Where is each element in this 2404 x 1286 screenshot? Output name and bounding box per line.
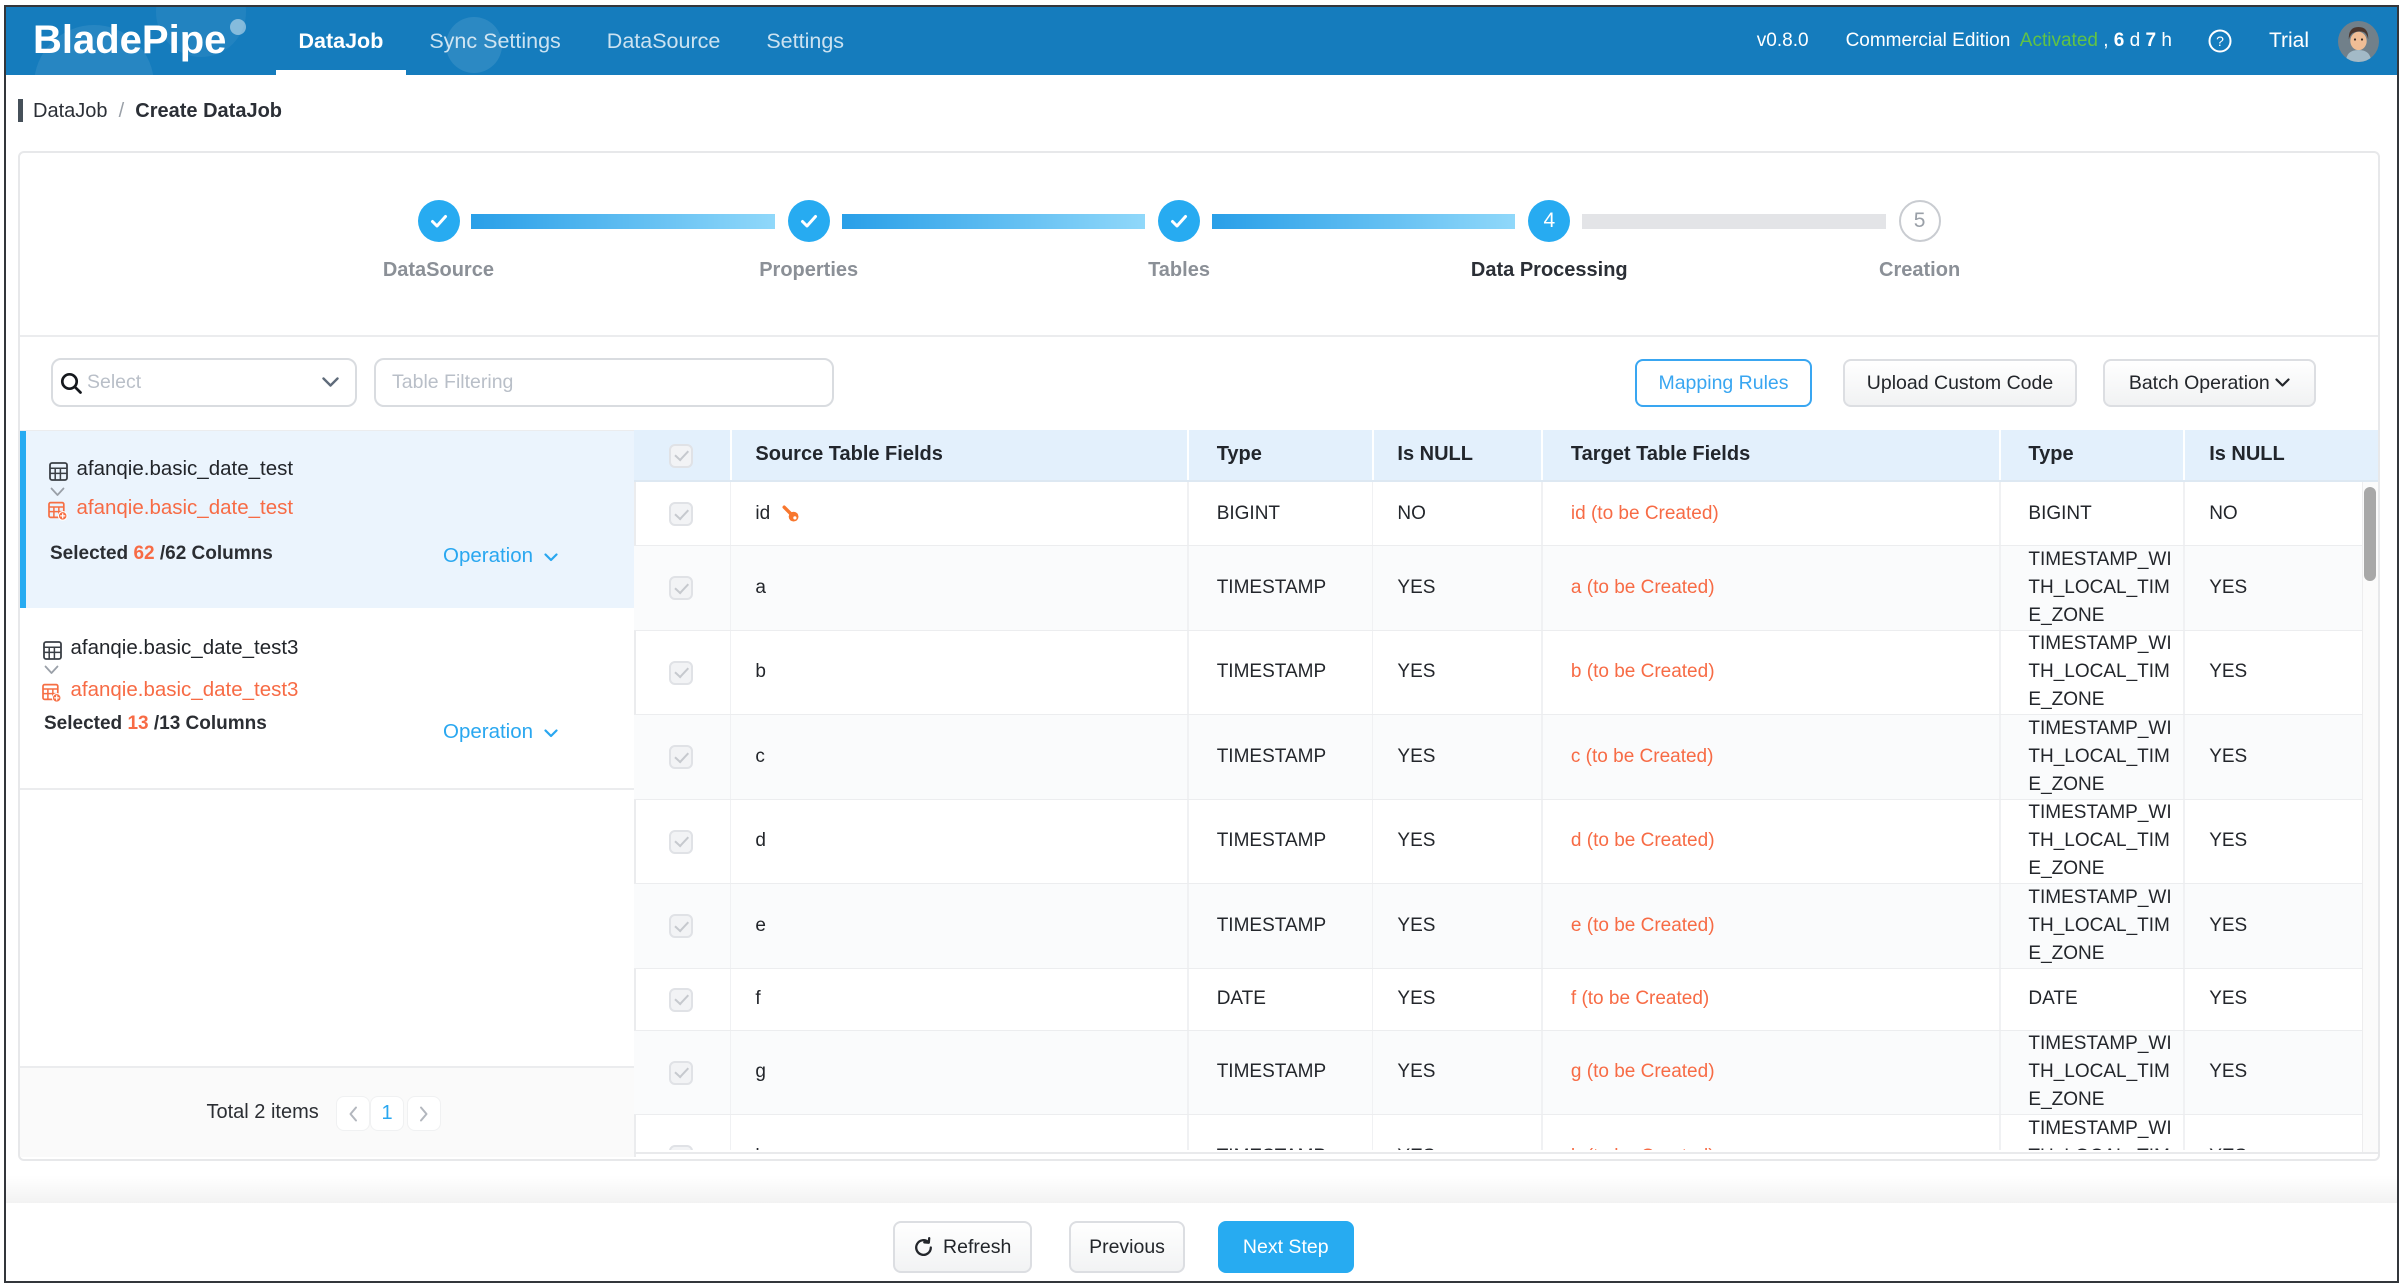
svg-text:?: ? [2216, 33, 2224, 49]
